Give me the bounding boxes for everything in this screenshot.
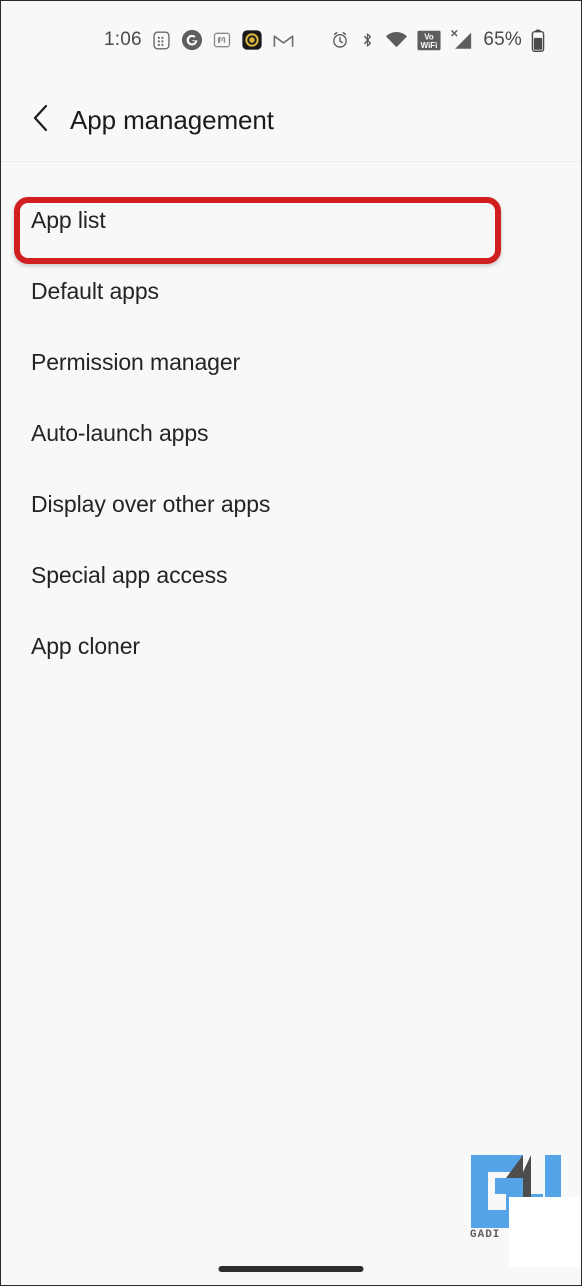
alarm-icon: [330, 30, 350, 50]
list-item-label: Display over other apps: [31, 491, 271, 517]
list-item-label: Special app access: [31, 562, 228, 588]
list-item-label: Permission manager: [31, 349, 241, 375]
list-item-label: App cloner: [31, 633, 140, 659]
status-clock: 1:06: [104, 29, 142, 50]
chevron-left-icon: [30, 103, 54, 138]
list-item-label: Auto-launch apps: [31, 420, 209, 446]
status-bar-left: 1:06: [104, 29, 295, 52]
watermark-cover: [509, 1197, 581, 1267]
status-bar-right: Vo WiFi 65%: [330, 29, 545, 52]
home-gesture-bar[interactable]: [218, 1266, 364, 1272]
list-item-label: Default apps: [31, 278, 159, 304]
battery-icon: [531, 29, 545, 52]
list-item-special-app-access[interactable]: Special app access: [1, 540, 581, 611]
status-bar: 1:06 Vo WiFi 65%: [1, 1, 581, 79]
list-item-display-over-other-apps[interactable]: Display over other apps: [1, 469, 581, 540]
back-button[interactable]: [25, 103, 59, 137]
page-title: App management: [70, 104, 274, 135]
app-notification-icon: [241, 29, 263, 51]
list-item-permission-manager[interactable]: Permission manager: [1, 327, 581, 398]
cellular-signal-icon: [450, 29, 474, 51]
app-bar: App management: [1, 79, 581, 162]
phone-screen: 1:06 Vo WiFi 65% App management App list…: [0, 0, 582, 1286]
battery-percent-label: 65%: [483, 29, 522, 50]
list-item-label: App list: [31, 207, 106, 233]
google-icon: [181, 29, 203, 51]
watermark-text: GADI: [470, 1229, 501, 1241]
wifi-icon: [385, 30, 408, 50]
vowifi-icon: Vo WiFi: [417, 30, 441, 51]
list-item-default-apps[interactable]: Default apps: [1, 256, 581, 327]
keypad-icon: [151, 30, 172, 51]
mastodon-icon: [212, 30, 232, 50]
gmail-icon: [272, 29, 295, 52]
list-item-auto-launch-apps[interactable]: Auto-launch apps: [1, 398, 581, 469]
list-item-app-list[interactable]: App list: [1, 185, 581, 256]
bluetooth-icon: [359, 30, 376, 50]
list-item-app-cloner[interactable]: App cloner: [1, 611, 581, 682]
settings-list: App list Default apps Permission manager…: [1, 162, 581, 1285]
svg-text:WiFi: WiFi: [421, 40, 438, 49]
